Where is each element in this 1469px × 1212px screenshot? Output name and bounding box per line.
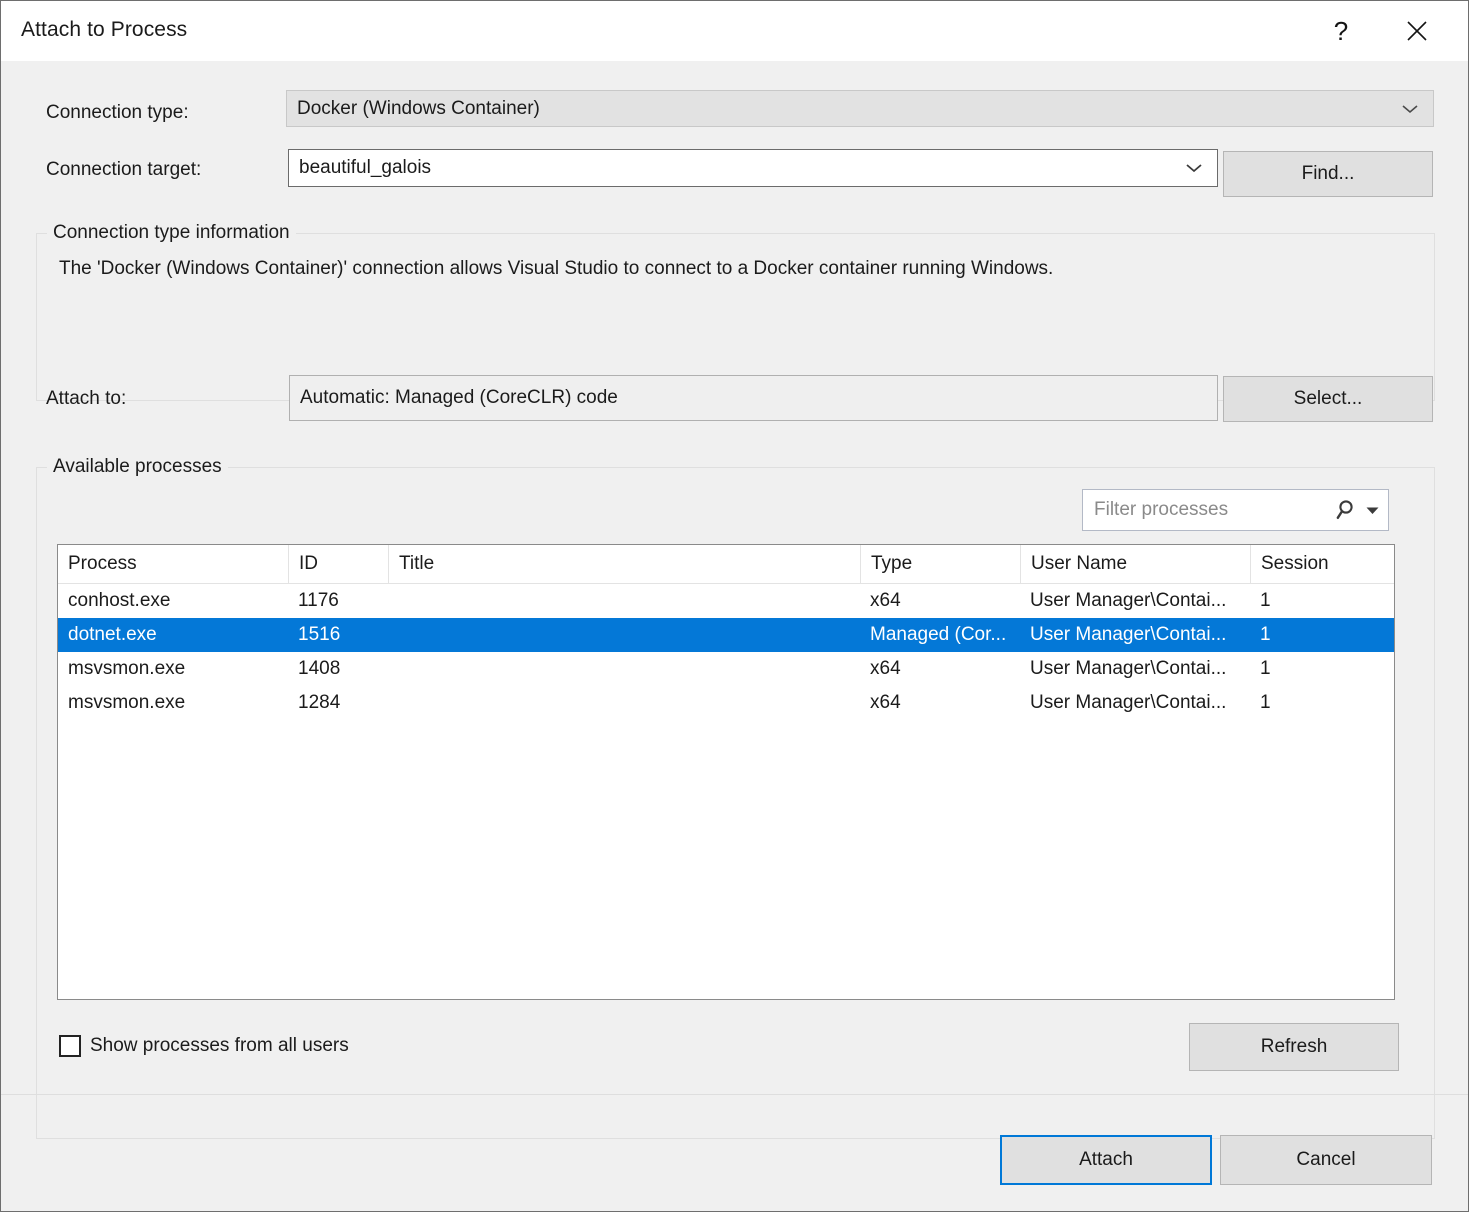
cell-process: msvsmon.exe	[58, 652, 288, 686]
cell-id: 1516	[288, 618, 388, 652]
cell-user-name: User Manager\Contai...	[1020, 584, 1250, 618]
attach-button[interactable]: Attach	[1000, 1135, 1212, 1185]
cell-title	[388, 686, 860, 720]
connection-type-information-text: The 'Docker (Windows Container)' connect…	[59, 258, 1053, 280]
dialog-title: Attach to Process	[21, 18, 187, 42]
connection-target-label: Connection target:	[46, 159, 201, 181]
connection-type-value: Docker (Windows Container)	[287, 98, 540, 120]
cell-session: 1	[1250, 652, 1394, 686]
column-header-session[interactable]: Session	[1250, 545, 1394, 583]
show-processes-from-all-users-label: Show processes from all users	[90, 1035, 349, 1057]
cell-user-name: User Manager\Contai...	[1020, 618, 1250, 652]
show-processes-from-all-users-checkbox[interactable]: Show processes from all users	[59, 1035, 349, 1057]
chevron-down-icon	[1401, 104, 1419, 114]
cell-process: conhost.exe	[58, 584, 288, 618]
cell-type: x64	[860, 584, 1020, 618]
table-row[interactable]: conhost.exe 1176 x64 User Manager\Contai…	[58, 584, 1394, 618]
question-mark-icon: ?	[1334, 18, 1348, 44]
cell-session: 1	[1250, 584, 1394, 618]
attach-to-field[interactable]: Automatic: Managed (CoreCLR) code	[289, 375, 1218, 421]
attach-to-process-dialog: Attach to Process ? Connection type: Doc…	[0, 0, 1469, 1212]
help-button[interactable]: ?	[1310, 1, 1372, 60]
cell-session: 1	[1250, 618, 1394, 652]
checkbox-indicator[interactable]	[59, 1035, 81, 1057]
cell-title	[388, 618, 860, 652]
attach-to-value: Automatic: Managed (CoreCLR) code	[290, 387, 618, 409]
table-row[interactable]: msvsmon.exe 1284 x64 User Manager\Contai…	[58, 686, 1394, 720]
filter-processes-input[interactable]: Filter processes	[1082, 489, 1389, 531]
column-header-user-name[interactable]: User Name	[1020, 545, 1250, 583]
title-bar: Attach to Process ?	[1, 1, 1468, 61]
cell-id: 1284	[288, 686, 388, 720]
search-icon[interactable]	[1336, 498, 1360, 522]
cancel-button[interactable]: Cancel	[1220, 1135, 1432, 1185]
cell-title	[388, 652, 860, 686]
connection-type-label: Connection type:	[46, 102, 189, 124]
attach-to-label: Attach to:	[46, 388, 126, 410]
close-button[interactable]	[1386, 1, 1448, 60]
cell-user-name: User Manager\Contai...	[1020, 686, 1250, 720]
available-processes-title: Available processes	[47, 456, 228, 478]
cell-process: dotnet.exe	[58, 618, 288, 652]
close-icon	[1404, 18, 1430, 44]
cell-user-name: User Manager\Contai...	[1020, 652, 1250, 686]
cell-process: msvsmon.exe	[58, 686, 288, 720]
footer-divider	[1, 1094, 1468, 1095]
process-list-header: Process ID Title Type User Name Session	[58, 545, 1394, 584]
process-list[interactable]: Process ID Title Type User Name Session …	[57, 544, 1395, 1000]
filter-processes-placeholder: Filter processes	[1083, 499, 1336, 521]
cell-session: 1	[1250, 686, 1394, 720]
column-header-title[interactable]: Title	[388, 545, 860, 583]
cell-id: 1408	[288, 652, 388, 686]
cell-title	[388, 584, 860, 618]
select-button[interactable]: Select...	[1223, 376, 1433, 422]
table-row[interactable]: msvsmon.exe 1408 x64 User Manager\Contai…	[58, 652, 1394, 686]
cell-type: x64	[860, 652, 1020, 686]
table-row[interactable]: dotnet.exe 1516 Managed (Cor... User Man…	[58, 618, 1394, 652]
connection-target-combobox[interactable]: beautiful_galois	[288, 149, 1218, 187]
column-header-id[interactable]: ID	[288, 545, 388, 583]
connection-type-combobox[interactable]: Docker (Windows Container)	[286, 90, 1434, 127]
column-header-type[interactable]: Type	[860, 545, 1020, 583]
refresh-button[interactable]: Refresh	[1189, 1023, 1399, 1071]
chevron-down-icon	[1185, 163, 1203, 173]
chevron-down-icon[interactable]	[1366, 506, 1379, 515]
cell-type: Managed (Cor...	[860, 618, 1020, 652]
column-header-process[interactable]: Process	[58, 545, 288, 583]
cell-id: 1176	[288, 584, 388, 618]
connection-type-information-title: Connection type information	[47, 222, 296, 244]
cell-type: x64	[860, 686, 1020, 720]
connection-target-value: beautiful_galois	[289, 157, 431, 179]
find-button[interactable]: Find...	[1223, 151, 1433, 197]
dialog-body: Connection type: Docker (Windows Contain…	[1, 61, 1468, 1211]
